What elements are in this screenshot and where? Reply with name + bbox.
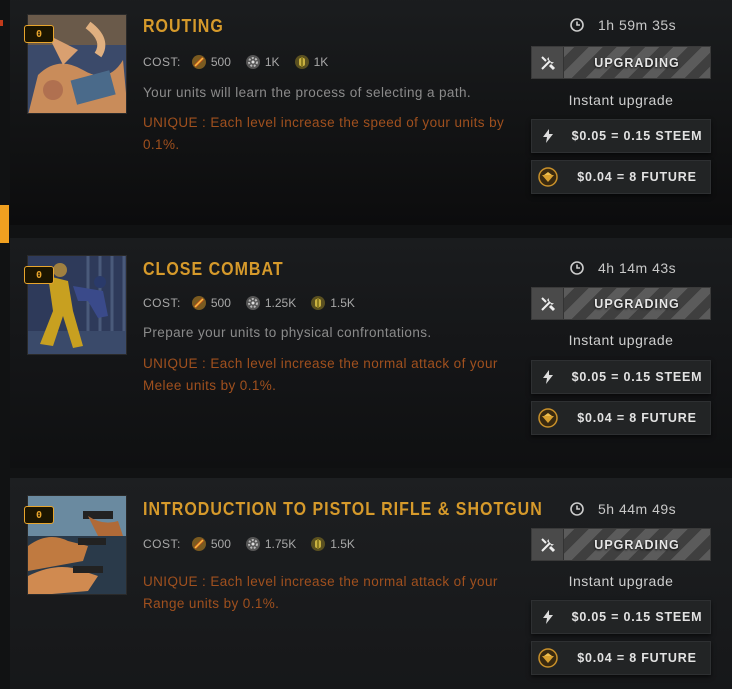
level-badge: 0: [24, 506, 54, 524]
upgrading-button[interactable]: UPGRADING: [531, 287, 711, 320]
resource-ammo-value: 500: [210, 55, 231, 69]
level-badge: 0: [24, 266, 54, 284]
instant-upgrade-label: Instant upgrade: [568, 573, 674, 589]
gear-resource-icon: [245, 55, 260, 69]
instant-upgrade-label: Instant upgrade: [568, 332, 674, 348]
resource-ammo: 500: [191, 54, 231, 70]
resource-gold-value: 1.5K: [330, 537, 355, 551]
training-description: Prepare your units to physical confronta…: [143, 325, 432, 340]
tools-icon: [532, 47, 564, 78]
resource-gear: 1.25K: [245, 295, 296, 311]
resource-gold: 1.5K: [310, 295, 355, 311]
timer-value: 4h 14m 43s: [598, 260, 677, 276]
training-unique-bonus: UNIQUE : Each level increase the speed o…: [143, 115, 505, 152]
training-card: 0 CLOSE COMBAT COST: 500 1.25K 1.5K Prep…: [10, 238, 732, 468]
steem-price: $0.05 = 0.15 STEEM: [571, 370, 703, 384]
cost-row: COST: 500 1K 1K: [143, 54, 342, 70]
training-title: CLOSE COMBAT: [143, 260, 284, 280]
timer-value: 5h 44m 49s: [598, 501, 677, 517]
gold-resource-icon: [294, 55, 309, 69]
lightning-icon: [532, 120, 564, 152]
upgrading-label: UPGRADING: [594, 55, 680, 70]
pay-future-button[interactable]: $0.04 = 8 FUTURE: [531, 160, 711, 194]
tools-icon: [532, 288, 564, 319]
resource-gear: 1K: [245, 54, 280, 70]
resource-ammo: 500: [191, 536, 231, 552]
future-price: $0.04 = 8 FUTURE: [577, 651, 697, 665]
pay-steem-button[interactable]: $0.05 = 0.15 STEEM: [531, 360, 711, 394]
steem-price: $0.05 = 0.15 STEEM: [571, 610, 703, 624]
edge-marker-dot: [0, 20, 3, 26]
upgrade-timer: 1h 59m 35s: [570, 17, 676, 33]
upgrade-timer: 4h 14m 43s: [570, 260, 676, 276]
upgrading-button[interactable]: UPGRADING: [531, 46, 711, 79]
training-card: 0 INTRODUCTION TO PISTOL RIFLE & SHOTGUN…: [10, 478, 732, 689]
upgrading-label: UPGRADING: [594, 537, 680, 552]
upgrading-button[interactable]: UPGRADING: [531, 528, 711, 561]
steem-price: $0.05 = 0.15 STEEM: [571, 129, 703, 143]
cost-label: COST:: [143, 296, 181, 310]
upgrade-timer: 5h 44m 49s: [570, 501, 676, 517]
lightning-icon: [532, 601, 564, 633]
lightning-icon: [532, 361, 564, 393]
ammo-resource-icon: [191, 296, 206, 310]
level-badge: 0: [24, 25, 54, 43]
training-title: INTRODUCTION TO PISTOL RIFLE & SHOTGUN: [143, 500, 543, 520]
gear-resource-icon: [245, 296, 260, 310]
gold-resource-icon: [311, 296, 326, 310]
resource-gold: 1.5K: [310, 536, 355, 552]
resource-ammo-value: 500: [210, 537, 231, 551]
training-card: 0 ROUTING COST: 500 1K 1K Your units wil…: [10, 0, 732, 225]
gear-resource-icon: [245, 537, 260, 551]
clock-icon: [570, 502, 584, 516]
pay-future-button[interactable]: $0.04 = 8 FUTURE: [531, 401, 711, 435]
pay-future-button[interactable]: $0.04 = 8 FUTURE: [531, 641, 711, 675]
resource-gear: 1.75K: [245, 536, 296, 552]
future-price: $0.04 = 8 FUTURE: [577, 170, 697, 184]
clock-icon: [570, 18, 584, 32]
resource-gold-value: 1K: [313, 55, 329, 69]
future-coin-icon: [532, 642, 564, 674]
clock-icon: [570, 261, 584, 275]
resource-ammo-value: 500: [210, 296, 231, 310]
pay-steem-button[interactable]: $0.05 = 0.15 STEEM: [531, 119, 711, 153]
gold-resource-icon: [311, 537, 326, 551]
timer-value: 1h 59m 35s: [598, 17, 677, 33]
training-description: Your units will learn the process of sel…: [143, 85, 472, 100]
resource-ammo: 500: [191, 295, 231, 311]
future-coin-icon: [532, 402, 564, 434]
future-price: $0.04 = 8 FUTURE: [577, 411, 697, 425]
resource-gear-value: 1.25K: [264, 296, 297, 310]
cost-row: COST: 500 1.25K 1.5K: [143, 295, 369, 311]
training-unique-bonus: UNIQUE : Each level increase the normal …: [143, 574, 498, 611]
edge-marker-left: [0, 205, 9, 243]
pay-steem-button[interactable]: $0.05 = 0.15 STEEM: [531, 600, 711, 634]
instant-upgrade-label: Instant upgrade: [568, 92, 674, 108]
resource-gold-value: 1.5K: [330, 296, 355, 310]
training-unique-bonus: UNIQUE : Each level increase the normal …: [143, 356, 498, 393]
cost-label: COST:: [143, 55, 181, 69]
resource-gear-value: 1.75K: [264, 537, 297, 551]
ammo-resource-icon: [191, 537, 206, 551]
future-coin-icon: [532, 161, 564, 193]
resource-gold: 1K: [294, 54, 329, 70]
cost-label: COST:: [143, 537, 181, 551]
resource-gear-value: 1K: [264, 55, 280, 69]
training-title: ROUTING: [143, 17, 224, 37]
ammo-resource-icon: [191, 55, 206, 69]
cost-row: COST: 500 1.75K 1.5K: [143, 536, 369, 552]
upgrading-label: UPGRADING: [594, 296, 680, 311]
tools-icon: [532, 529, 564, 560]
